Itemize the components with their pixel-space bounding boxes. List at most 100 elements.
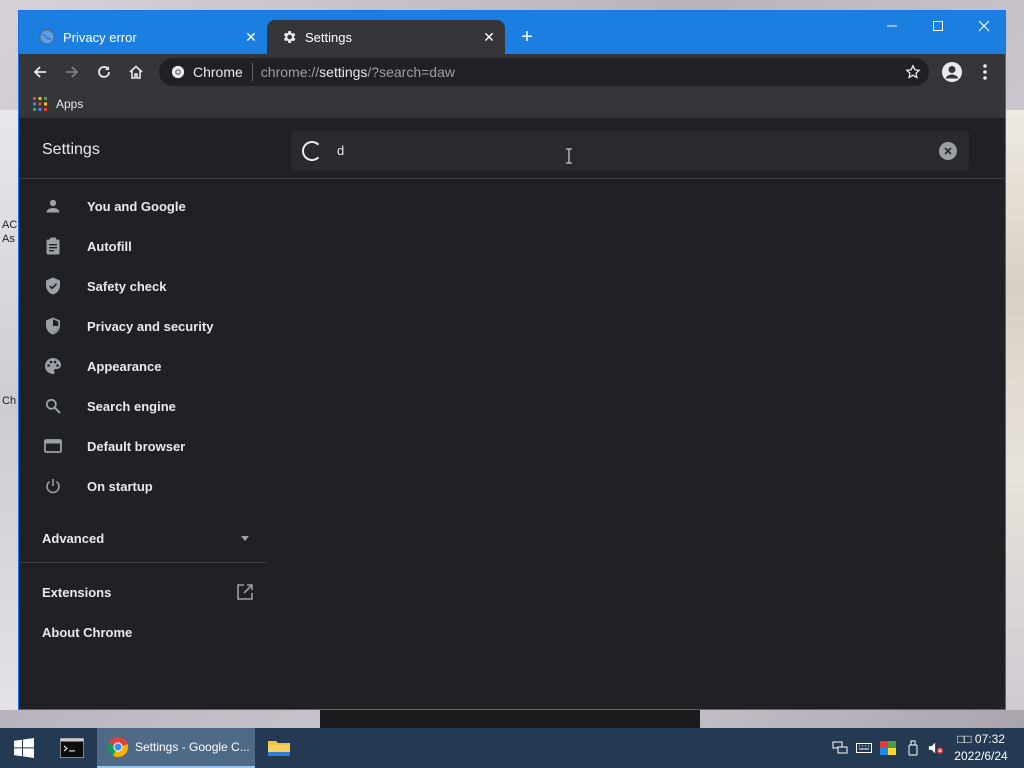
nav-label: Privacy and security	[87, 318, 214, 334]
omnibox-divider	[251, 63, 253, 81]
apps-grid-icon	[33, 97, 47, 111]
nav-label: Search engine	[87, 398, 176, 414]
terminal-taskbar-button[interactable]	[50, 728, 94, 768]
settings-nav: You and Google Autofill Safety check Pri…	[19, 186, 269, 652]
usb-device-icon[interactable]	[905, 740, 921, 756]
start-button[interactable]	[0, 728, 48, 768]
chrome-logo-icon	[171, 65, 185, 79]
nav-advanced[interactable]: Advanced	[19, 514, 269, 562]
tab-settings[interactable]: Settings ✕	[267, 20, 505, 54]
shield-check-icon	[43, 276, 63, 296]
desktop-window-fragment	[320, 710, 700, 730]
tab-privacy-error[interactable]: Privacy error ✕	[25, 20, 267, 54]
palette-icon	[43, 356, 63, 376]
desktop-text-fragment: Ch	[2, 395, 17, 407]
nav-safety-check[interactable]: Safety check	[19, 266, 269, 306]
globe-icon	[39, 29, 55, 45]
nav-label: On startup	[87, 478, 153, 494]
nav-label: You and Google	[87, 198, 186, 214]
folder-icon	[268, 741, 290, 756]
search-icon	[43, 396, 63, 416]
address-bar[interactable]: Chrome chrome://settings/?search=daw	[159, 58, 929, 86]
nav-default-browser[interactable]: Default browser	[19, 426, 269, 466]
desktop-window-edge-right	[1006, 110, 1024, 710]
reload-button[interactable]	[90, 58, 118, 86]
back-button[interactable]	[26, 58, 54, 86]
desktop-text-fragment: As	[2, 233, 15, 245]
nav-you-and-google[interactable]: You and Google	[19, 186, 269, 226]
close-tab-icon[interactable]: ✕	[479, 27, 499, 47]
nav-label: Extensions	[42, 584, 112, 600]
nav-label: Safety check	[87, 278, 167, 294]
nav-on-startup[interactable]: On startup	[19, 466, 269, 506]
open-in-new-icon	[237, 584, 253, 600]
home-icon	[129, 65, 143, 79]
profile-button[interactable]	[938, 58, 966, 86]
nav-appearance[interactable]: Appearance	[19, 346, 269, 386]
windows-logo-icon	[14, 738, 34, 758]
close-tab-icon[interactable]: ✕	[241, 27, 261, 47]
shield-icon	[43, 316, 63, 336]
title-bar: Privacy error ✕ Settings ✕ +	[19, 11, 1005, 54]
settings-header: Settings d	[19, 122, 1005, 179]
nav-privacy-and-security[interactable]: Privacy and security	[19, 306, 269, 346]
system-clock[interactable]: □□ 07:32 2022/6/24	[948, 731, 1014, 765]
clock-date: 2022/6/24	[954, 749, 1008, 763]
person-icon	[43, 196, 63, 216]
bookmark-star-button[interactable]	[899, 58, 927, 86]
keyboard-icon[interactable]	[856, 740, 872, 756]
tab-title: Settings	[305, 29, 352, 45]
apps-label: Apps	[56, 97, 84, 111]
url-text: chrome://settings/?search=daw	[260, 64, 455, 80]
reload-icon	[98, 66, 110, 78]
nav-label: About Chrome	[42, 624, 133, 640]
clear-icon	[944, 147, 952, 155]
page-title: Settings	[42, 141, 100, 158]
minimize-button[interactable]	[869, 11, 915, 41]
site-chip-label: Chrome	[193, 64, 243, 80]
nav-label: Autofill	[87, 238, 132, 254]
toolbar: Chrome chrome://settings/?search=daw	[19, 54, 1005, 90]
menu-button[interactable]	[971, 58, 999, 86]
terminal-icon	[60, 738, 84, 758]
clock-time: □□ 07:32	[957, 732, 1005, 746]
loading-spinner-icon	[302, 141, 322, 161]
nav-label: Advanced	[42, 530, 105, 546]
text-cursor-icon	[566, 148, 572, 164]
taskbar: Settings - Google C... □□ 07:32 2022/6/2…	[0, 728, 1024, 768]
forward-arrow-icon	[66, 66, 79, 78]
back-arrow-icon	[33, 66, 46, 78]
three-dots-icon	[983, 64, 987, 80]
nav-extensions[interactable]: Extensions	[19, 572, 269, 612]
nav-about-chrome[interactable]: About Chrome	[19, 612, 269, 652]
nav-label: Appearance	[87, 358, 162, 374]
account-icon	[942, 62, 962, 82]
apps-shortcut[interactable]: Apps	[33, 97, 83, 111]
volume-muted-icon[interactable]	[928, 740, 944, 756]
network-icon[interactable]	[832, 740, 848, 756]
star-icon	[905, 64, 921, 79]
nav-divider	[19, 562, 267, 563]
chevron-down-icon	[241, 536, 249, 541]
settings-search-input[interactable]: d	[291, 131, 969, 171]
search-query-text: d	[337, 143, 345, 158]
chrome-taskbar-button[interactable]: Settings - Google C...	[97, 728, 255, 768]
site-chip[interactable]: Chrome	[171, 64, 243, 80]
clipboard-icon	[43, 236, 63, 256]
chrome-logo-icon	[107, 737, 129, 758]
color-profile-icon[interactable]	[880, 740, 896, 756]
forward-button[interactable]	[58, 58, 86, 86]
nav-label: Default browser	[87, 438, 186, 454]
gear-icon	[281, 29, 297, 45]
file-explorer-taskbar-button[interactable]	[258, 728, 300, 768]
new-tab-button[interactable]: +	[515, 25, 539, 49]
nav-search-engine[interactable]: Search engine	[19, 386, 269, 426]
power-icon	[43, 476, 63, 496]
close-window-button[interactable]	[961, 11, 1007, 41]
nav-autofill[interactable]: Autofill	[19, 226, 269, 266]
clear-search-button[interactable]	[939, 142, 957, 160]
desktop-window-edge-left	[0, 110, 18, 710]
browser-window: Privacy error ✕ Settings ✕ + Chrome chro…	[18, 10, 1006, 710]
maximize-button[interactable]	[915, 11, 961, 41]
home-button[interactable]	[122, 58, 150, 86]
